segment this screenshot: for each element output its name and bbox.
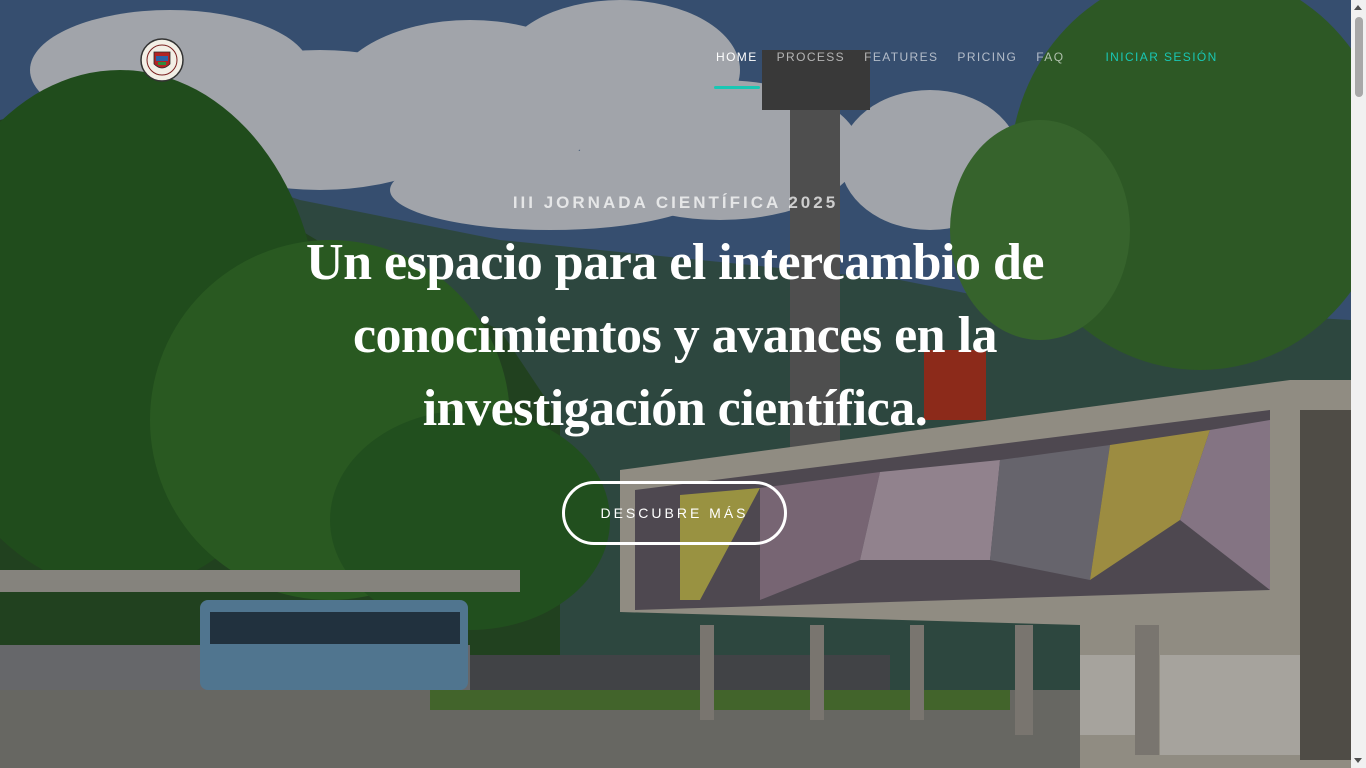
hero-section: HOME PROCESS FEATURES PRICING FAQ INICIA… (0, 0, 1351, 768)
discover-more-button[interactable]: DESCUBRE MÁS (562, 481, 787, 545)
scroll-thumb[interactable] (1355, 17, 1363, 97)
nav-home[interactable]: HOME (714, 50, 760, 89)
login-link[interactable]: INICIAR SESIÓN (1105, 50, 1217, 64)
university-logo[interactable] (140, 38, 184, 82)
nav-pricing[interactable]: PRICING (957, 50, 1017, 64)
nav-process[interactable]: PROCESS (777, 50, 845, 64)
page-scrollbar[interactable] (1351, 0, 1366, 768)
event-eyebrow: III JORNADA CIENTÍFICA 2025 (512, 193, 839, 212)
hero-headline: Un espacio para el intercambio de conoci… (306, 234, 1044, 437)
nav-faq[interactable]: FAQ (1036, 50, 1064, 64)
scroll-down-arrow-icon[interactable] (1354, 758, 1362, 763)
scroll-up-arrow-icon[interactable] (1354, 5, 1362, 10)
main-nav: HOME PROCESS FEATURES PRICING FAQ INICIA… (714, 50, 1218, 89)
nav-features[interactable]: FEATURES (864, 50, 938, 64)
